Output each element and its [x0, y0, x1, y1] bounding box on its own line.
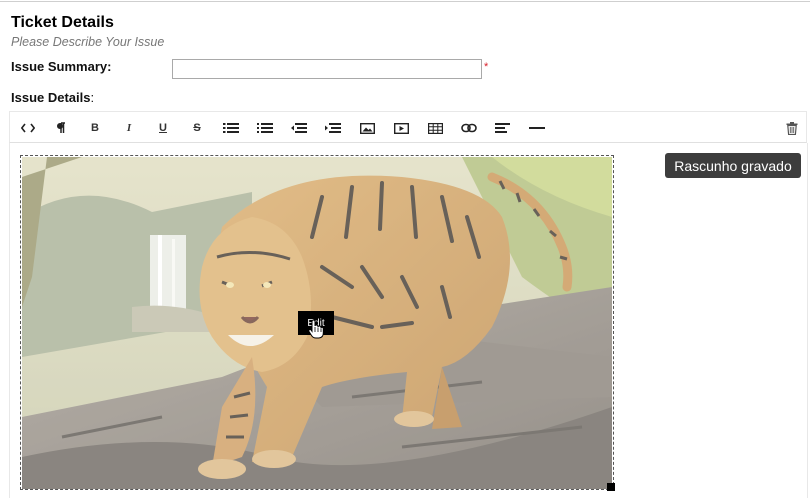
- strikethrough-icon[interactable]: S: [186, 118, 208, 138]
- draft-saved-toast: Rascunho gravado: [665, 153, 801, 178]
- insert-table-icon[interactable]: [424, 118, 446, 138]
- italic-glyph: I: [126, 121, 132, 134]
- insert-link-icon[interactable]: [458, 118, 480, 138]
- required-marker: *: [484, 61, 489, 73]
- issue-details-label-colon: :: [90, 90, 95, 105]
- paragraph-icon[interactable]: [50, 118, 72, 138]
- top-divider: [0, 1, 810, 2]
- hand-pointer-cursor-icon: [308, 319, 324, 344]
- trash-icon[interactable]: [781, 118, 803, 138]
- indent-icon[interactable]: [322, 118, 344, 138]
- code-view-icon[interactable]: [17, 118, 39, 138]
- underline-glyph: U: [159, 121, 167, 134]
- italic-icon[interactable]: I: [118, 118, 140, 138]
- issue-details-label-text: Issue Details: [11, 90, 91, 105]
- horizontal-rule-icon[interactable]: [526, 118, 548, 138]
- underline-icon[interactable]: U: [152, 118, 174, 138]
- bold-glyph: B: [91, 121, 99, 134]
- unordered-list-icon[interactable]: [220, 118, 242, 138]
- strikethrough-glyph: S: [193, 121, 201, 134]
- outdent-icon[interactable]: [288, 118, 310, 138]
- issue-summary-label: Issue Summary:: [11, 59, 112, 74]
- section-title: Ticket Details: [11, 14, 114, 31]
- ordered-list-icon[interactable]: [254, 118, 276, 138]
- insert-image-icon[interactable]: [356, 118, 378, 138]
- issue-details-label: Issue Details:: [11, 90, 94, 105]
- editor-toolbar: B I U S: [9, 111, 807, 143]
- align-icon[interactable]: [492, 118, 514, 138]
- insert-video-icon[interactable]: [390, 118, 412, 138]
- issue-summary-input[interactable]: [172, 59, 482, 79]
- image-resize-handle[interactable]: [607, 483, 615, 491]
- section-subtitle: Please Describe Your Issue: [11, 35, 165, 49]
- bold-icon[interactable]: B: [84, 118, 106, 138]
